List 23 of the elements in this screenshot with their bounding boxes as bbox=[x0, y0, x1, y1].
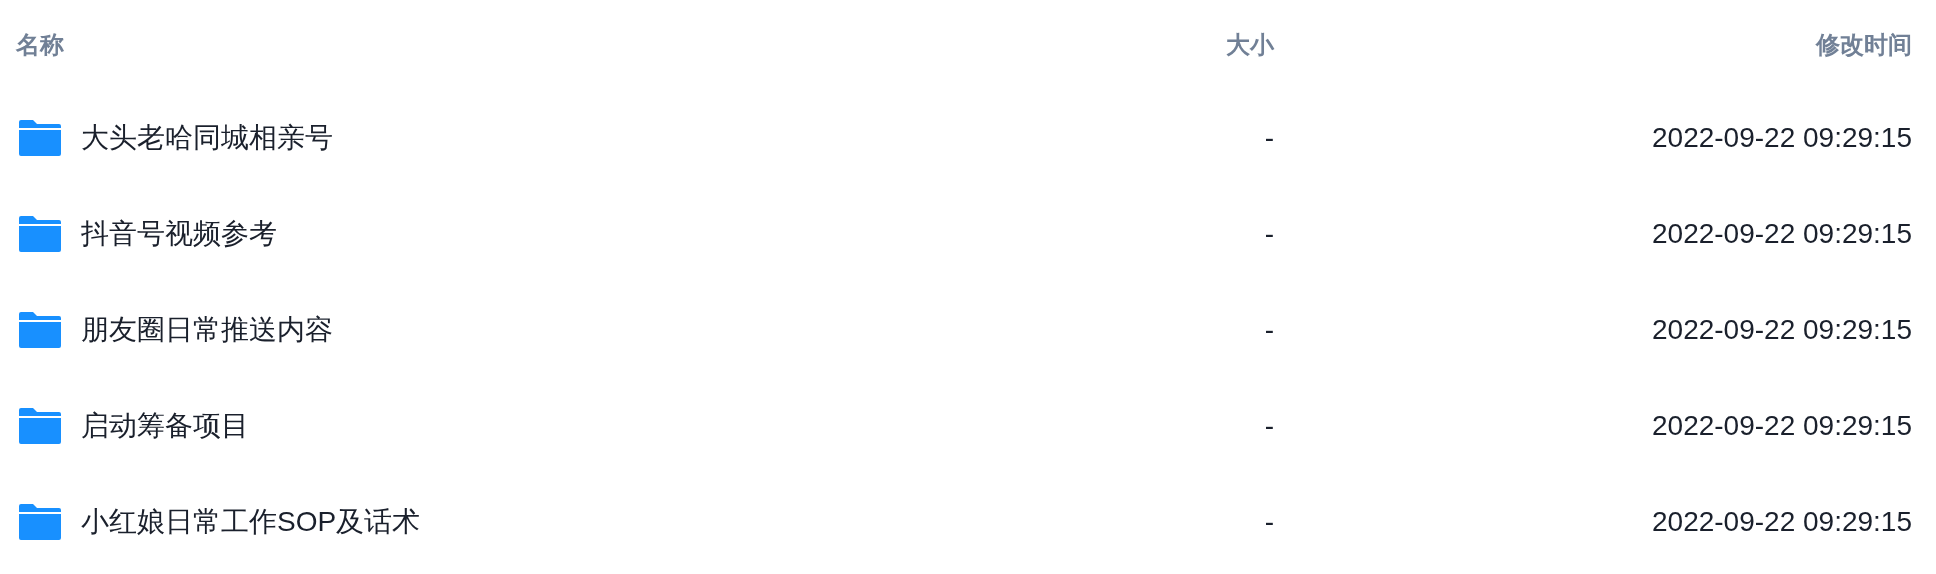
modified-time-cell: 2022-09-22 09:29:15 bbox=[1652, 314, 1912, 346]
folder-name[interactable]: 朋友圈日常推送内容 bbox=[81, 311, 333, 349]
folder-icon bbox=[19, 312, 61, 348]
column-header[interactable]: 名称 bbox=[16, 29, 64, 61]
size-cell: - bbox=[1264, 314, 1274, 346]
size-cell: - bbox=[1264, 410, 1274, 442]
folder-name[interactable]: 启动筹备项目 bbox=[81, 407, 249, 445]
modified-time-cell: 2022-09-22 09:29:15 bbox=[1652, 122, 1912, 154]
size-cell: - bbox=[1264, 506, 1274, 538]
modified-time-cell: 2022-09-22 09:29:15 bbox=[1652, 506, 1912, 538]
modified-time-cell: 2022-09-22 09:29:15 bbox=[1652, 410, 1912, 442]
folder-name[interactable]: 抖音号视频参考 bbox=[81, 215, 277, 253]
folder-icon bbox=[19, 120, 61, 156]
size-cell: - bbox=[1264, 122, 1274, 154]
folder-name[interactable]: 小红娘日常工作SOP及话术 bbox=[81, 503, 421, 541]
column-header[interactable]: 修改时间 bbox=[1816, 29, 1912, 61]
folder-icon bbox=[19, 504, 61, 540]
column-header[interactable]: 大小 bbox=[1226, 29, 1274, 61]
folder-name[interactable]: 大头老哈同城相亲号 bbox=[81, 119, 333, 157]
folder-icon bbox=[19, 216, 61, 252]
modified-time-cell: 2022-09-22 09:29:15 bbox=[1652, 218, 1912, 250]
folder-icon bbox=[19, 408, 61, 444]
size-cell: - bbox=[1264, 218, 1274, 250]
